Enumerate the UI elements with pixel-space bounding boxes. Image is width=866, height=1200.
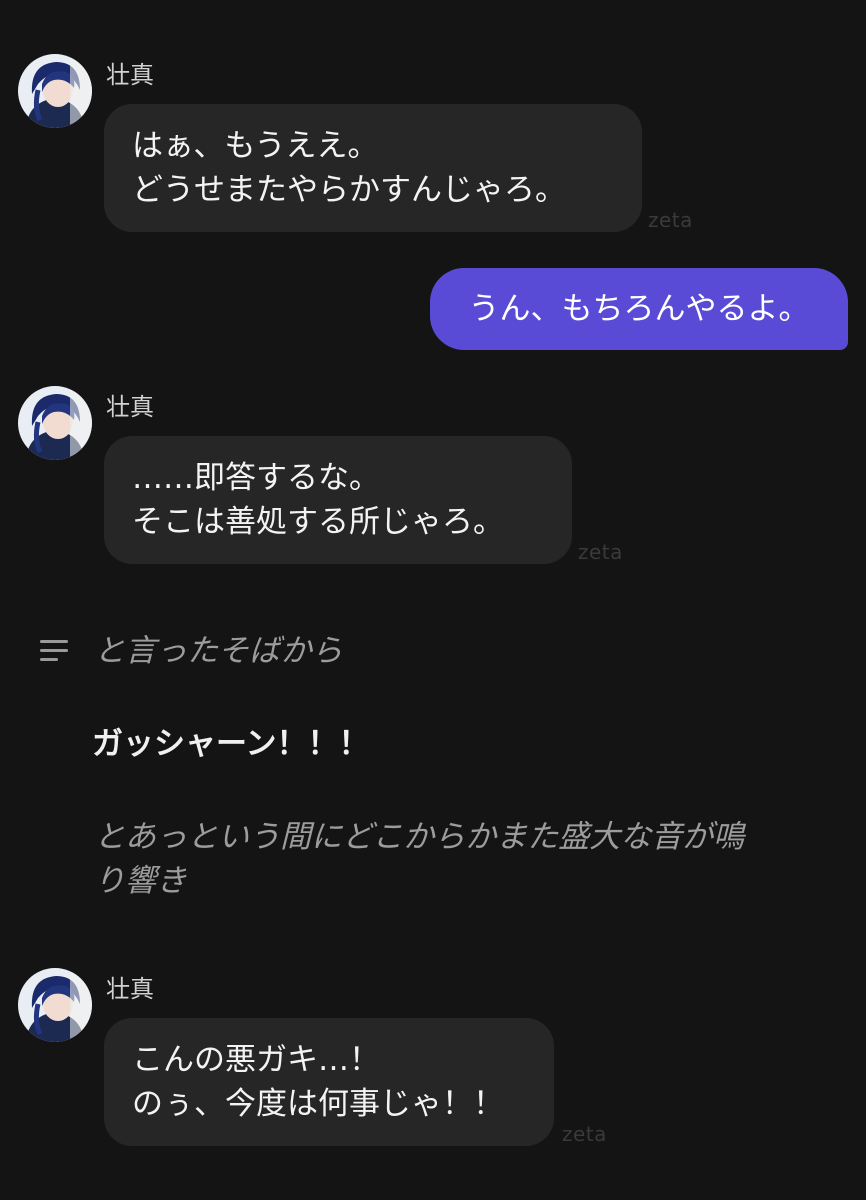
message-bubble: ……即答するな。 そこは善処する所じゃろ。 <box>104 436 572 564</box>
narration-text: り響き <box>94 863 187 899</box>
message-line: そこは善処する所じゃろ。 <box>132 504 504 540</box>
message-line: はぁ、もうええ。 <box>132 128 379 164</box>
message-line: のぅ、今度は何事じゃ！！ <box>132 1086 504 1122</box>
sender-name: 壮真 <box>106 393 154 421</box>
character-avatar-image <box>18 968 92 1042</box>
narration-text: とあっという間にどこからかまた盛大な音が鳴 <box>94 819 745 855</box>
message-bubble: こんの悪ガキ…！ のぅ、今度は何事じゃ！！ <box>104 1018 554 1146</box>
message-line: ……即答するな。 <box>132 460 380 496</box>
sender-name: 壮真 <box>106 975 154 1003</box>
avatar[interactable] <box>18 54 92 128</box>
narration-icon <box>40 640 70 662</box>
avatar[interactable] <box>18 968 92 1042</box>
watermark: zeta <box>578 540 623 564</box>
watermark: zeta <box>648 208 693 232</box>
sender-name: 壮真 <box>106 61 154 89</box>
narration-text: と言ったそばから <box>94 633 343 669</box>
watermark: zeta <box>562 1122 607 1146</box>
character-avatar-image <box>18 386 92 460</box>
message-bubble: はぁ、もうええ。 どうせまたやらかすんじゃろ。 <box>104 104 642 232</box>
message-line: どうせまたやらかすんじゃろ。 <box>132 172 566 208</box>
narration-bold-text: ガッシャーン！！！ <box>92 726 370 762</box>
avatar[interactable] <box>18 386 92 460</box>
character-avatar-image <box>18 54 92 128</box>
message-line: こんの悪ガキ…！ <box>132 1042 380 1078</box>
user-message-bubble: うん、もちろんやるよ。 <box>430 268 848 350</box>
